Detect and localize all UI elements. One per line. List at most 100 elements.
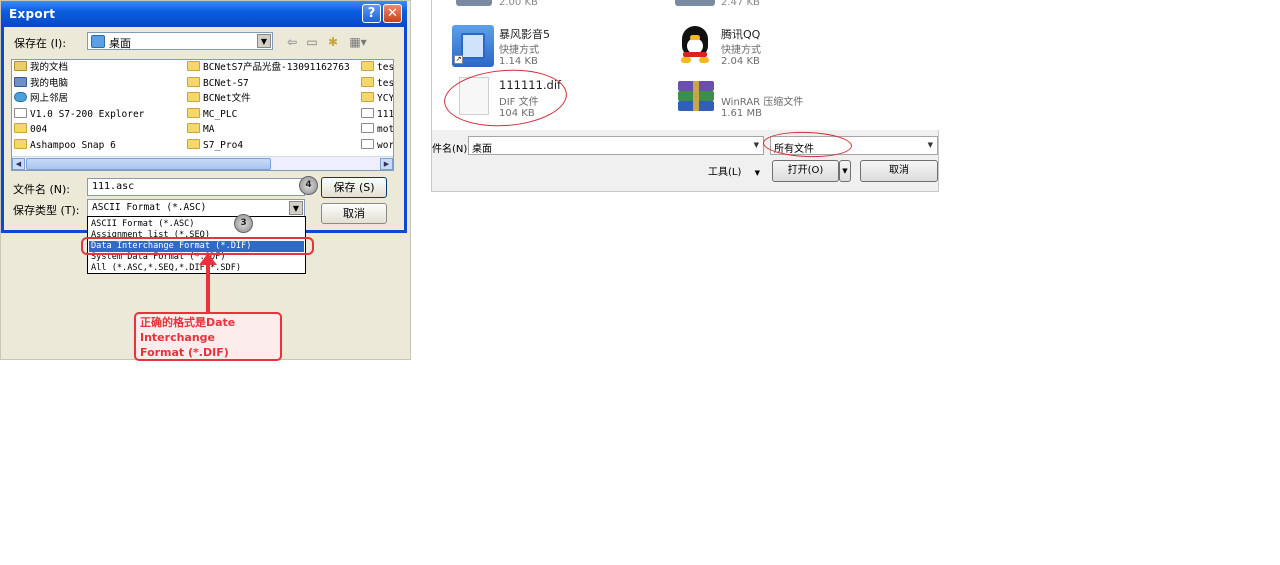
- tools-menu[interactable]: 工具(L) ▼: [708, 163, 760, 178]
- save-in-label: 保存在 (I):: [14, 37, 67, 50]
- list-item[interactable]: 我的文档: [14, 61, 68, 75]
- new-folder-icon[interactable]: ✱: [325, 34, 341, 50]
- filename-label: 件名(N):: [432, 144, 471, 155]
- list-item[interactable]: 网上邻居: [14, 92, 68, 106]
- list-item[interactable]: ASCII Format (*.ASC): [89, 219, 304, 230]
- view-menu-icon[interactable]: ▦▾: [347, 34, 369, 50]
- network-places-icon: [14, 92, 27, 102]
- list-item[interactable]: YCY: [361, 92, 393, 106]
- dialog-title: Export: [9, 7, 56, 21]
- highlight-box: [81, 237, 314, 255]
- save-in-combo[interactable]: 桌面 ▼: [87, 32, 273, 50]
- horizontal-scrollbar[interactable]: ◀ ▶: [12, 156, 393, 170]
- file-name[interactable]: 暴风影音5: [499, 26, 550, 42]
- list-item[interactable]: MA: [187, 123, 214, 137]
- file-type: WinRAR 压缩文件: [721, 97, 804, 108]
- file-view[interactable]: 2.00 KB 2.47 KB ↗ 暴风影音5 快捷方式 1.14 KB 腾讯Q…: [432, 0, 939, 131]
- qq-penguin-icon: [678, 26, 712, 68]
- title-bar[interactable]: Export ? ✕: [1, 1, 407, 27]
- list-item[interactable]: tes: [361, 77, 393, 91]
- help-button[interactable]: ?: [362, 4, 381, 23]
- close-button[interactable]: ✕: [383, 4, 402, 23]
- list-item[interactable]: 我的电脑: [14, 77, 68, 91]
- save-in-value: 桌面: [109, 37, 131, 50]
- file-type: 快捷方式: [499, 45, 539, 56]
- chevron-down-icon[interactable]: ▼: [928, 141, 933, 149]
- video-player-icon: ↗: [452, 25, 494, 67]
- cancel-button[interactable]: 取消: [860, 160, 938, 182]
- annotation-note: 正确的格式是Date Interchange Format (*.DIF): [134, 312, 282, 361]
- cut-size: 2.00 KB: [499, 0, 538, 8]
- list-item[interactable]: 111: [361, 108, 393, 122]
- filename-label: 文件名 (N):: [13, 183, 71, 196]
- up-folder-icon[interactable]: ▭: [304, 34, 320, 50]
- list-item[interactable]: Ashampoo Snap 6: [14, 139, 116, 153]
- arrow-stem: [206, 261, 210, 315]
- list-item[interactable]: tes: [361, 61, 393, 75]
- folder-icon: [187, 61, 200, 71]
- winrar-archive-icon: [678, 81, 714, 111]
- export-dialog: Export ? ✕ 保存在 (I): 桌面 ▼ ⇦ ▭ ✱ ▦▾ 我的文档 我…: [0, 0, 411, 361]
- my-computer-icon: [14, 77, 27, 87]
- list-item[interactable]: BCNet-S7: [187, 77, 249, 91]
- list-item[interactable]: wor: [361, 139, 393, 153]
- folder-icon: [361, 61, 374, 71]
- file-type: 快捷方式: [721, 45, 761, 56]
- filename-value: 桌面: [472, 144, 492, 155]
- desktop-icon: [91, 35, 105, 48]
- folder-icon: [14, 123, 27, 133]
- filetype-value: ASCII Format (*.ASC): [92, 202, 207, 213]
- list-item[interactable]: S7_Pro4: [187, 139, 243, 153]
- list-item[interactable]: mot: [361, 123, 393, 137]
- file-size: 1.61 MB: [721, 108, 762, 119]
- file-size: 2.04 KB: [721, 56, 760, 67]
- scroll-thumb[interactable]: [26, 158, 271, 170]
- list-item[interactable]: V1.0 S7-200 Explorer: [14, 108, 144, 122]
- list-item[interactable]: MC_PLC: [187, 108, 237, 122]
- file-size: 1.14 KB: [499, 56, 538, 67]
- folder-icon: [187, 139, 200, 149]
- filename-value: 111.asc: [92, 181, 135, 192]
- list-item[interactable]: BCNetS7产品光盘-13091162763: [187, 61, 350, 75]
- file-list[interactable]: 我的文档 我的电脑 网上邻居 V1.0 S7-200 Explorer 004 …: [11, 59, 394, 171]
- list-item[interactable]: All (*.ASC,*.SEQ,*.DIF,*.SDF): [89, 263, 304, 274]
- scroll-right-icon[interactable]: ▶: [380, 158, 393, 170]
- file-icon: [361, 108, 374, 118]
- back-arrow-icon[interactable]: ⇦: [284, 34, 300, 50]
- folder-icon: [14, 139, 27, 149]
- cancel-button[interactable]: 取消: [321, 203, 387, 224]
- folder-icon: [361, 92, 374, 102]
- folder-icon: [187, 77, 200, 87]
- annotation-ellipse: [442, 65, 569, 131]
- folder-icon: [361, 77, 374, 87]
- application-icon: [14, 108, 27, 118]
- chevron-down-icon[interactable]: ▼: [754, 141, 759, 149]
- open-dialog: 2.00 KB 2.47 KB ↗ 暴风影音5 快捷方式 1.14 KB 腾讯Q…: [431, 0, 939, 192]
- folder-icon: [187, 92, 200, 102]
- folder-icon: [187, 108, 200, 118]
- chevron-down-icon[interactable]: ▼: [257, 34, 271, 48]
- chevron-down-icon: ▼: [754, 169, 760, 177]
- my-documents-icon: [14, 61, 27, 71]
- scroll-left-icon[interactable]: ◀: [12, 158, 25, 170]
- file-icon: [361, 139, 374, 149]
- cut-file-icon: [675, 0, 715, 6]
- file-icon: [361, 123, 374, 133]
- list-item[interactable]: 004: [14, 123, 47, 137]
- chevron-down-icon[interactable]: ▼: [289, 201, 303, 215]
- cut-size: 2.47 KB: [721, 0, 760, 8]
- filetype-label: 保存类型 (T):: [13, 204, 80, 217]
- file-name[interactable]: 腾讯QQ: [721, 26, 760, 42]
- filetype-combo[interactable]: ASCII Format (*.ASC) ▼: [87, 199, 305, 217]
- cut-file-icon: [456, 0, 492, 6]
- list-item[interactable]: BCNet文件: [187, 92, 251, 106]
- open-button[interactable]: 打开(O): [772, 160, 839, 182]
- open-dropdown-button[interactable]: ▼: [839, 160, 851, 182]
- tools-label: 工具(L): [708, 167, 742, 178]
- step-badge: 4: [299, 176, 318, 195]
- filename-input[interactable]: 111.asc: [87, 178, 305, 196]
- filename-combo[interactable]: 桌面 ▼: [468, 136, 764, 155]
- folder-icon: [187, 123, 200, 133]
- save-button[interactable]: 保存 (S): [321, 177, 387, 198]
- step-badge: 3: [234, 214, 253, 233]
